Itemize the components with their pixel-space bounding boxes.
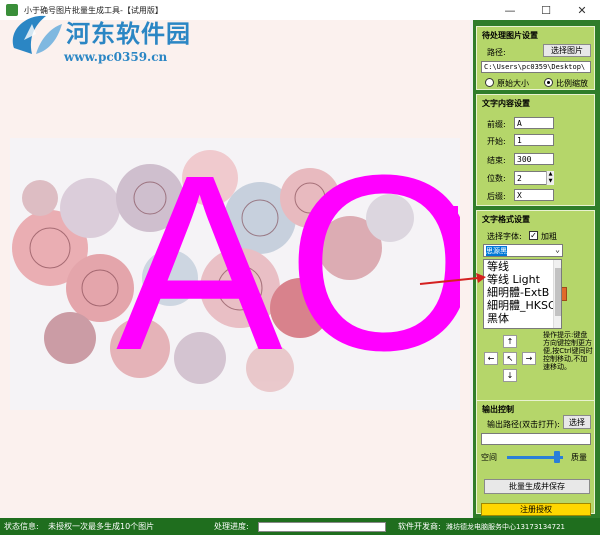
start-label: 开始: [487, 137, 506, 146]
font-option[interactable]: 細明體-ExtB [484, 286, 561, 299]
path-label: 路径: [487, 48, 506, 57]
digits-label: 位数: [487, 174, 506, 183]
developer-label: 软件开发商: [398, 522, 441, 531]
move-right-button[interactable]: → [522, 352, 536, 365]
prefix-field[interactable]: A [514, 117, 554, 129]
status-info-value: 未授权一次最多生成10个图片 [48, 522, 155, 531]
minimize-button[interactable]: — [492, 0, 528, 20]
start-field[interactable]: 1 [514, 134, 554, 146]
scale-radio[interactable] [544, 78, 553, 87]
digits-spinner[interactable]: ▲ ▼ [546, 171, 554, 185]
move-left-button[interactable]: ← [484, 352, 498, 365]
preview-canvas[interactable]: AO [0, 20, 470, 518]
output-path-label: 输出路径(双击打开): [487, 420, 560, 429]
bold-label: 加粗 [541, 232, 557, 241]
group-title: 输出控制 [482, 405, 514, 414]
output-group: 输出控制 输出路径(双击打开): 选择 空间 质量 批量生成并保存 [476, 400, 595, 514]
end-label: 结束: [487, 156, 506, 165]
red-arrow-icon [419, 273, 486, 285]
output-path-field[interactable] [481, 433, 591, 445]
generate-save-button[interactable]: 批量生成并保存 [484, 479, 590, 494]
watermark-url: www.pc0359.cn [64, 50, 168, 64]
maximize-button[interactable]: ☐ [528, 0, 564, 20]
end-field[interactable]: 300 [514, 153, 554, 165]
scale-label: 比例缩放 [556, 79, 588, 88]
font-option[interactable]: 等线 Light [484, 273, 561, 286]
move-center-button[interactable]: ↖ [503, 352, 517, 365]
font-select[interactable]: 思源黑 ⌄ [483, 244, 563, 257]
site-watermark: 河东软件园 www.pc0359.cn [4, 6, 204, 72]
status-bar: 状态信息: 未授权一次最多生成10个图片 处理进度: 软件开发商: 潍坊德龙电脑… [0, 518, 600, 535]
site-logo-icon [12, 15, 62, 54]
group-title: 待处理图片设置 [482, 31, 538, 40]
image-source-group: 待处理图片设置 路径: 选择图片 C:\Users\pc0359\Desktop… [476, 26, 595, 90]
status-info-label: 状态信息: [4, 522, 39, 531]
overlay-text[interactable]: AO [116, 138, 460, 388]
close-button[interactable]: ✕ [564, 0, 600, 20]
move-down-button[interactable]: ↓ [503, 369, 517, 382]
image-path-field[interactable]: C:\Users\pc0359\Desktop\ [481, 61, 591, 73]
suffix-label: 后缀: [487, 192, 506, 201]
text-content-group: 文字内容设置 前缀: A 开始: 1 结束: 300 位数: 2 ▲ ▼ 后缀:… [476, 94, 595, 206]
group-title: 文字内容设置 [482, 99, 530, 108]
overlay-text-fragment [449, 206, 458, 222]
register-button[interactable]: 注册授权 [481, 503, 591, 516]
quality-label: 质量 [571, 453, 587, 462]
spin-up-icon[interactable]: ▲ [547, 171, 554, 178]
original-size-radio[interactable] [485, 78, 494, 87]
font-option[interactable]: 黑体 [484, 312, 561, 325]
scrollbar-thumb[interactable] [555, 268, 561, 316]
developer-value: 潍坊德龙电脑服务中心13173134721 [446, 523, 565, 531]
progress-label: 处理进度: [214, 522, 249, 531]
font-dropdown-list[interactable]: 等线 等线 Light 細明體-ExtB 細明體_HKSCS 黑体 [483, 259, 562, 329]
dropdown-scrollbar[interactable] [553, 260, 561, 328]
group-title: 文字格式设置 [482, 215, 530, 224]
select-output-button[interactable]: 选择 [563, 415, 591, 429]
font-option[interactable]: 細明體_HKSCS [484, 299, 561, 312]
select-image-button[interactable]: 选择图片 [543, 44, 591, 57]
font-label: 选择字体: [487, 232, 522, 241]
operation-hint: 操作提示:键盘方向键控制更方便,按Ctrl键同时控制移动,不加速移动。 [543, 331, 593, 371]
chevron-down-icon[interactable]: ⌄ [555, 245, 560, 254]
font-option[interactable]: 等线 [484, 260, 561, 273]
space-label: 空间 [481, 453, 497, 462]
spin-down-icon[interactable]: ▼ [547, 178, 554, 185]
prefix-label: 前缀: [487, 120, 506, 129]
original-size-label: 原始大小 [497, 79, 529, 88]
watermark-title: 河东软件园 [66, 19, 191, 48]
progress-bar [258, 522, 386, 532]
bold-checkbox[interactable]: ✓ [529, 231, 538, 240]
move-up-button[interactable]: ↑ [503, 335, 517, 348]
suffix-field[interactable]: X [514, 189, 554, 201]
preview-image: AO [10, 138, 460, 410]
font-selected-value: 思源黑 [486, 245, 507, 256]
quality-slider-thumb[interactable] [554, 451, 561, 463]
